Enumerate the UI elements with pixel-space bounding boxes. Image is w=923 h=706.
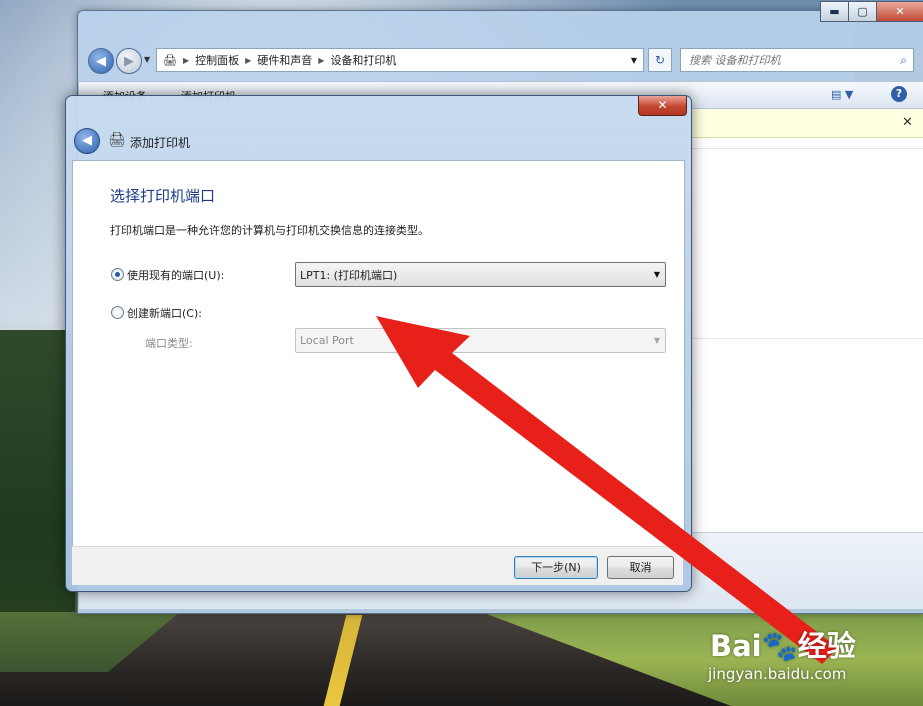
annotation-arrow — [376, 316, 838, 664]
annotation-arrow-shape — [376, 316, 838, 664]
watermark-logo: Bai🐾经验 — [710, 629, 856, 663]
baidu-watermark: Bai🐾经验 jingyan.baidu.com — [700, 615, 910, 690]
watermark-url: jingyan.baidu.com — [708, 665, 847, 683]
